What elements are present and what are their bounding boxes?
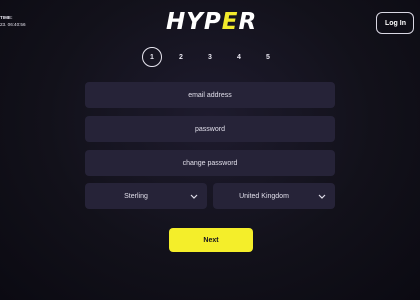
step-2: 2 [179, 53, 183, 61]
login-button[interactable]: Log In [376, 12, 414, 34]
step-indicator: 1 2 3 4 5 [142, 47, 287, 67]
time-label: TIME: [0, 15, 13, 20]
next-button[interactable]: Next [169, 228, 253, 252]
time-value: 23. 06:40:56 [0, 22, 26, 27]
change-password-placeholder: change password [182, 159, 238, 167]
change-password-field[interactable]: change password [85, 150, 335, 176]
session-time: TIME: 23. 06:40:56 [0, 14, 26, 28]
step-5: 5 [266, 53, 270, 61]
step-1: 1 [142, 47, 162, 67]
password-placeholder: password [195, 125, 225, 133]
chevron-down-icon [187, 194, 201, 199]
email-placeholder: email address [188, 91, 232, 99]
logo-text-right: R [238, 9, 258, 35]
password-field[interactable]: password [85, 116, 335, 142]
logo-text-left: HYP [166, 9, 222, 35]
brand-logo[interactable]: HYP E R [166, 9, 258, 35]
country-value: United Kingdom [239, 192, 289, 200]
step-3: 3 [208, 53, 212, 61]
currency-select[interactable]: Sterling [85, 183, 207, 209]
logo-bolt: E [221, 9, 239, 35]
step-4: 4 [237, 53, 241, 61]
chevron-down-icon [315, 194, 329, 199]
email-field[interactable]: email address [85, 82, 335, 108]
currency-value: Sterling [124, 192, 148, 200]
country-select[interactable]: United Kingdom [213, 183, 335, 209]
